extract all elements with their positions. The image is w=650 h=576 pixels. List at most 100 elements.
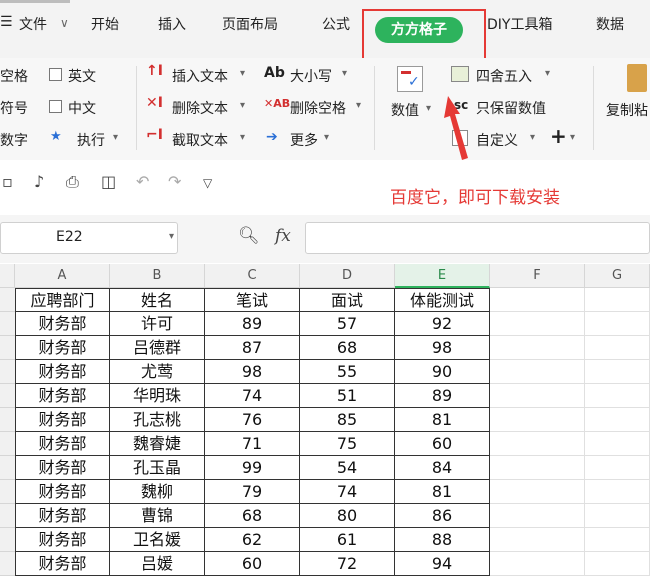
empty-cell[interactable] xyxy=(585,456,650,480)
table-cell[interactable]: 财务部 xyxy=(15,384,110,408)
table-cell[interactable]: 55 xyxy=(300,360,395,384)
table-cell[interactable]: 87 xyxy=(205,336,300,360)
insert-text-icon[interactable]: ↑I xyxy=(146,63,163,79)
row-header[interactable] xyxy=(0,312,15,336)
header-cell[interactable]: 笔试 xyxy=(205,288,300,312)
table-cell[interactable]: 54 xyxy=(300,456,395,480)
empty-cell[interactable] xyxy=(490,360,585,384)
table-cell[interactable]: 61 xyxy=(300,528,395,552)
empty-cell[interactable] xyxy=(490,480,585,504)
plus-icon[interactable]: + xyxy=(550,124,567,148)
tab-insert[interactable]: 插入 xyxy=(158,14,186,34)
table-cell[interactable]: 99 xyxy=(205,456,300,480)
table-cell[interactable]: 吕德群 xyxy=(110,336,205,360)
ribbon-insert-text[interactable]: 插入文本 xyxy=(172,66,228,86)
col-header-d[interactable]: D xyxy=(300,264,395,288)
table-cell[interactable]: 51 xyxy=(300,384,395,408)
ribbon-space[interactable]: 空格 xyxy=(0,66,28,86)
empty-cell[interactable] xyxy=(585,528,650,552)
table-cell[interactable]: 孔玉晶 xyxy=(110,456,205,480)
table-cell[interactable]: 财务部 xyxy=(15,432,110,456)
empty-cell[interactable] xyxy=(490,336,585,360)
table-cell[interactable]: 华明珠 xyxy=(110,384,205,408)
table-cell[interactable]: 84 xyxy=(395,456,490,480)
table-cell[interactable]: 71 xyxy=(205,432,300,456)
formula-input[interactable] xyxy=(305,222,650,254)
empty-cell[interactable] xyxy=(585,480,650,504)
tab-page-layout[interactable]: 页面布局 xyxy=(222,14,278,34)
row-header[interactable] xyxy=(0,288,15,312)
header-cell[interactable]: 应聘部门 xyxy=(15,288,110,312)
tab-formula[interactable]: 公式 xyxy=(322,14,350,34)
dropdown-arrow-icon[interactable]: ▾ xyxy=(113,132,118,143)
table-cell[interactable]: 92 xyxy=(395,312,490,336)
col-header-a[interactable]: A xyxy=(15,264,110,288)
menu-file[interactable]: 文件 xyxy=(19,14,47,34)
undo-icon[interactable]: ↶ xyxy=(136,172,149,191)
row-header[interactable] xyxy=(0,528,15,552)
format-painter-icon[interactable]: ♪ xyxy=(34,172,44,191)
table-cell[interactable]: 90 xyxy=(395,360,490,384)
col-header-g[interactable]: G xyxy=(585,264,650,288)
table-cell[interactable]: 财务部 xyxy=(15,408,110,432)
dropdown-arrow-icon[interactable]: ▾ xyxy=(545,68,550,79)
table-cell[interactable]: 74 xyxy=(205,384,300,408)
zoom-search-icon[interactable]: 🔍︎ xyxy=(238,226,260,246)
checkbox-english[interactable] xyxy=(49,68,62,81)
table-cell[interactable]: 财务部 xyxy=(15,312,110,336)
ribbon-english[interactable]: 英文 xyxy=(68,66,96,86)
table-cell[interactable]: 财务部 xyxy=(15,456,110,480)
table-cell[interactable]: 魏睿婕 xyxy=(110,432,205,456)
round-icon[interactable] xyxy=(451,66,469,82)
table-cell[interactable]: 89 xyxy=(395,384,490,408)
table-cell[interactable]: 75 xyxy=(300,432,395,456)
remove-space-icon[interactable]: ✕AB xyxy=(264,97,290,110)
table-cell[interactable]: 60 xyxy=(395,432,490,456)
dropdown-arrow-icon[interactable]: ▾ xyxy=(240,132,245,143)
header-cell[interactable]: 面试 xyxy=(300,288,395,312)
dropdown-arrow-icon[interactable]: ▾ xyxy=(240,100,245,111)
empty-cell[interactable] xyxy=(585,360,650,384)
print-preview-icon[interactable]: ◫ xyxy=(101,172,116,191)
ribbon-round[interactable]: 四舍五入 xyxy=(476,66,532,86)
empty-cell[interactable] xyxy=(490,384,585,408)
numeric-icon[interactable]: ✓ xyxy=(397,66,423,92)
row-header[interactable] xyxy=(0,480,15,504)
checkbox-chinese[interactable] xyxy=(49,100,62,113)
empty-cell[interactable] xyxy=(490,504,585,528)
empty-cell[interactable] xyxy=(490,432,585,456)
case-icon[interactable]: Ab xyxy=(264,65,285,81)
empty-cell[interactable] xyxy=(585,336,650,360)
empty-cell[interactable] xyxy=(585,552,650,576)
table-cell[interactable]: 80 xyxy=(300,504,395,528)
dropdown-arrow-icon[interactable]: ▾ xyxy=(426,103,431,114)
dropdown-arrow-icon[interactable]: ▾ xyxy=(169,231,174,242)
header-cell[interactable]: 体能测试 xyxy=(395,288,490,312)
ribbon-digit[interactable]: 数字 xyxy=(0,130,28,150)
table-cell[interactable]: 财务部 xyxy=(15,360,110,384)
ribbon-keep-number[interactable]: 只保留数值 xyxy=(476,98,546,118)
save-icon[interactable]: ▫ xyxy=(2,172,13,191)
dropdown-arrow-icon[interactable]: ▾ xyxy=(342,68,347,79)
table-cell[interactable]: 62 xyxy=(205,528,300,552)
redo-icon[interactable]: ↷ xyxy=(168,172,181,191)
col-header-f[interactable]: F xyxy=(490,264,585,288)
hamburger-icon[interactable]: ☰ xyxy=(0,14,13,30)
table-cell[interactable]: 81 xyxy=(395,408,490,432)
table-cell[interactable]: 财务部 xyxy=(15,552,110,576)
execute-icon[interactable]: ★ xyxy=(50,129,62,144)
table-cell[interactable]: 财务部 xyxy=(15,480,110,504)
table-cell[interactable]: 74 xyxy=(300,480,395,504)
select-all-corner[interactable] xyxy=(0,264,15,288)
row-header[interactable] xyxy=(0,336,15,360)
empty-cell[interactable] xyxy=(585,432,650,456)
table-cell[interactable]: 吕媛 xyxy=(110,552,205,576)
empty-cell[interactable] xyxy=(490,408,585,432)
name-box[interactable]: E22 ▾ xyxy=(0,222,178,254)
table-cell[interactable]: 98 xyxy=(395,336,490,360)
ribbon-extract-text[interactable]: 截取文本 xyxy=(172,130,228,150)
table-cell[interactable]: 88 xyxy=(395,528,490,552)
table-cell[interactable]: 76 xyxy=(205,408,300,432)
table-cell[interactable]: 60 xyxy=(205,552,300,576)
table-cell[interactable]: 魏柳 xyxy=(110,480,205,504)
